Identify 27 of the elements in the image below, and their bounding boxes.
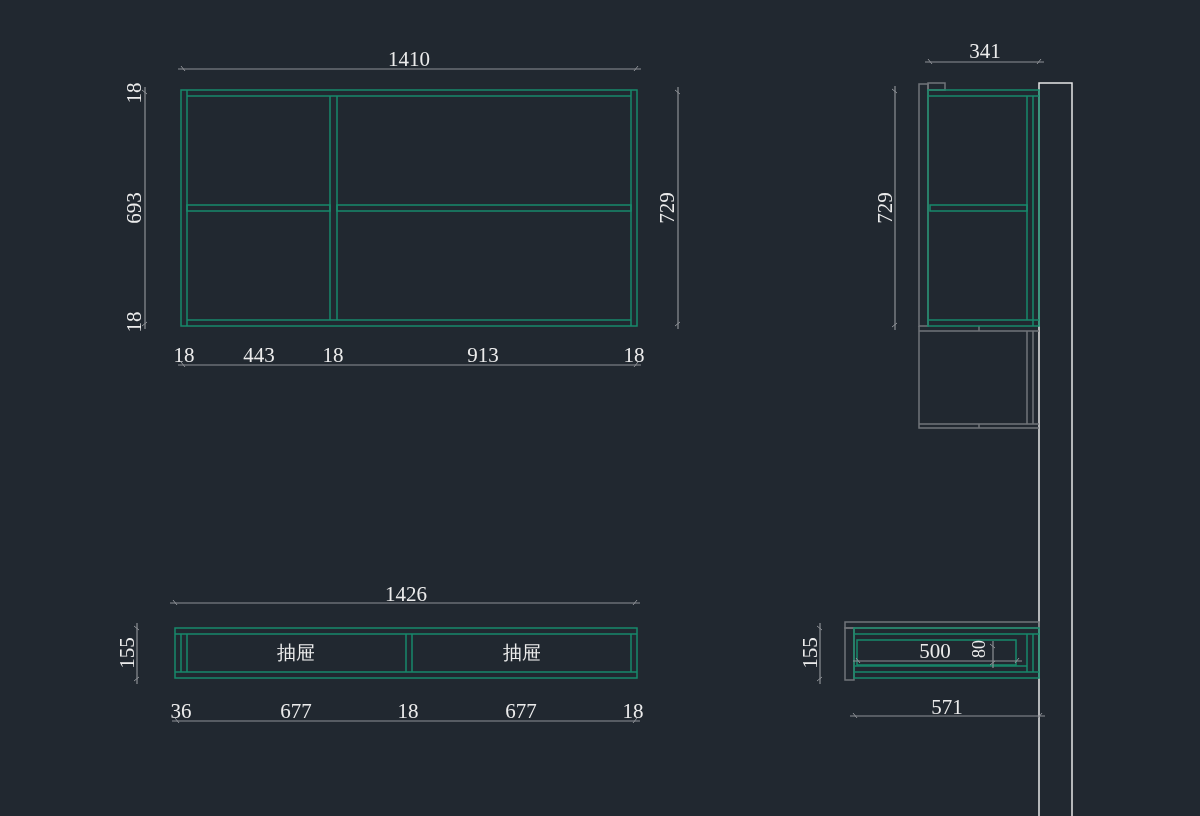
dimension-text: 18 <box>173 343 195 367</box>
dimension-text: 18 <box>622 699 644 723</box>
dimension-line <box>133 622 140 685</box>
dimension-text: 571 <box>931 695 963 719</box>
dimension-text: 913 <box>467 343 499 367</box>
dimension-text: 18 <box>623 343 645 367</box>
dimension-text: 80 <box>969 640 989 658</box>
dimension-text: 1426 <box>385 582 427 606</box>
dimension-text: 1410 <box>388 47 430 71</box>
dimension-text: 729 <box>873 192 897 224</box>
dimension-line <box>816 622 823 685</box>
dimension-text: 36 <box>170 699 192 723</box>
dimension-text: 341 <box>969 39 1001 63</box>
drawer-label: 抽屉 <box>503 641 541 663</box>
dimension-text: 443 <box>243 343 275 367</box>
dimension-text: 155 <box>115 637 139 669</box>
dimension-text: 18 <box>122 311 146 333</box>
dimension-text: 155 <box>798 637 822 669</box>
dimension-text: 677 <box>280 699 312 723</box>
dimension-text: 729 <box>655 192 679 224</box>
dimension-text: 18 <box>397 699 419 723</box>
dimension-text: 693 <box>122 192 146 224</box>
dimension-text: 18 <box>322 343 344 367</box>
dimension-text: 500 <box>919 639 951 663</box>
dimension-text: 677 <box>505 699 537 723</box>
drawer-label: 抽屉 <box>277 641 315 663</box>
dimension-text: 18 <box>122 82 146 104</box>
